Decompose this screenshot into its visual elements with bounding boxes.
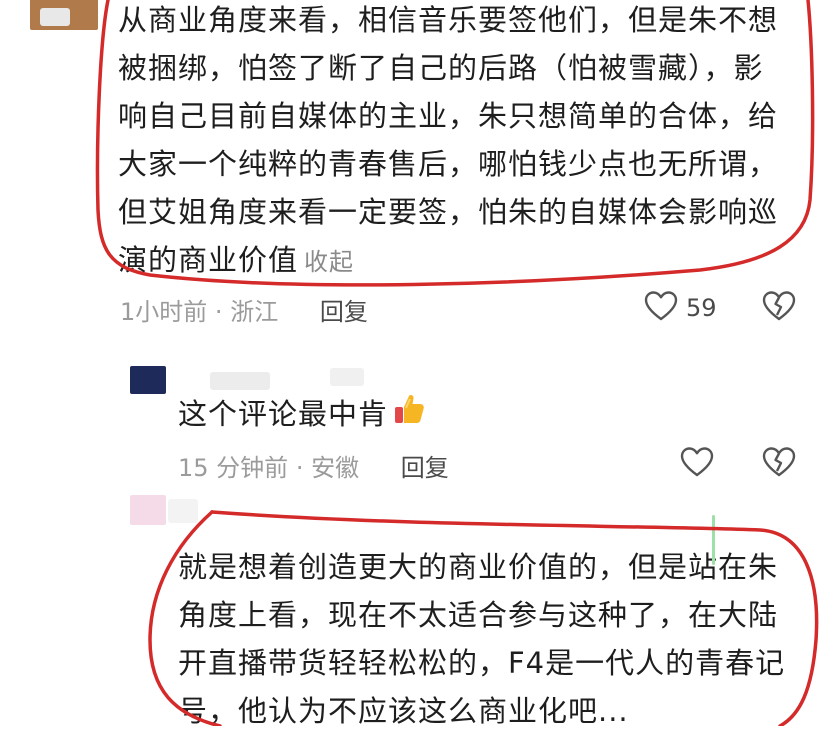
avatar[interactable] (130, 366, 166, 394)
comment-line: 就是想着创造更大的商业价值的，但是站在朱 (178, 550, 779, 584)
reply-button[interactable]: 回复 (401, 454, 449, 482)
location: 安徽 (311, 454, 360, 482)
comment-line: 从商业角度来看，相信音乐要签他们，但是朱不想 (118, 3, 779, 37)
location: 浙江 (230, 298, 279, 326)
like-button[interactable]: 59 (644, 290, 717, 326)
comment-line: 这个评论最中肯 (178, 397, 389, 431)
comment-line: 开直播带货轻轻松松的，F4是一代人的青春记 (178, 646, 786, 680)
comment-line-text: 演的商业价值 (118, 243, 299, 277)
comment-line: 角度上看，现在不太适合参与这种了，在大陆 (178, 598, 779, 632)
timestamp: 1小时前 (120, 298, 208, 326)
like-button[interactable] (680, 446, 714, 482)
scroll-indicator (712, 515, 715, 565)
comment-line: 被捆绑，怕签了断了自己的后路（怕被雪藏），影 (118, 51, 764, 85)
username-placeholder (330, 368, 364, 386)
username-placeholder (40, 8, 70, 26)
comment-line: 但艾姐角度来看一定要签，怕朱的自媒体会影响巡 (118, 195, 779, 229)
reply-button[interactable]: 回复 (320, 298, 368, 326)
comment-line: 演的商业价值 收起 (118, 236, 778, 286)
meta-separator: · (295, 454, 304, 482)
thumbs-up-icon (392, 392, 426, 440)
heart-icon (644, 290, 678, 326)
comment-line: 响自己目前自媒体的主业，朱只想简单的合体，给 (118, 99, 779, 133)
like-count: 59 (686, 294, 717, 322)
comment-line: 大家一个纯粹的青春售后，哪怕钱少点也无所谓， (118, 147, 779, 181)
comment-meta: 15 分钟前 · 安徽 回复 (178, 448, 449, 483)
username-placeholder (168, 499, 198, 523)
broken-heart-icon[interactable] (762, 446, 796, 482)
comment-meta: 1小时前 · 浙江 回复 (120, 292, 368, 327)
comment-body: 就是想着创造更大的商业价值的，但是站在朱 角度上看，现在不太适合参与这种了，在大… (178, 543, 785, 735)
comment-body: 这个评论最中肯 (178, 390, 426, 440)
username-placeholder (210, 372, 270, 390)
timestamp: 15 分钟前 (178, 454, 289, 482)
heart-icon (680, 446, 714, 482)
comment-body: 从商业角度来看，相信音乐要签他们，但是朱不想 被捆绑，怕签了断了自己的后路（怕被… (118, 0, 778, 286)
avatar[interactable] (130, 495, 166, 525)
collapse-link[interactable]: 收起 (304, 248, 354, 276)
broken-heart-icon[interactable] (762, 290, 796, 326)
meta-separator: · (214, 298, 223, 326)
comment-line: 号，他认为不应该这么商业化吧... (178, 694, 629, 728)
